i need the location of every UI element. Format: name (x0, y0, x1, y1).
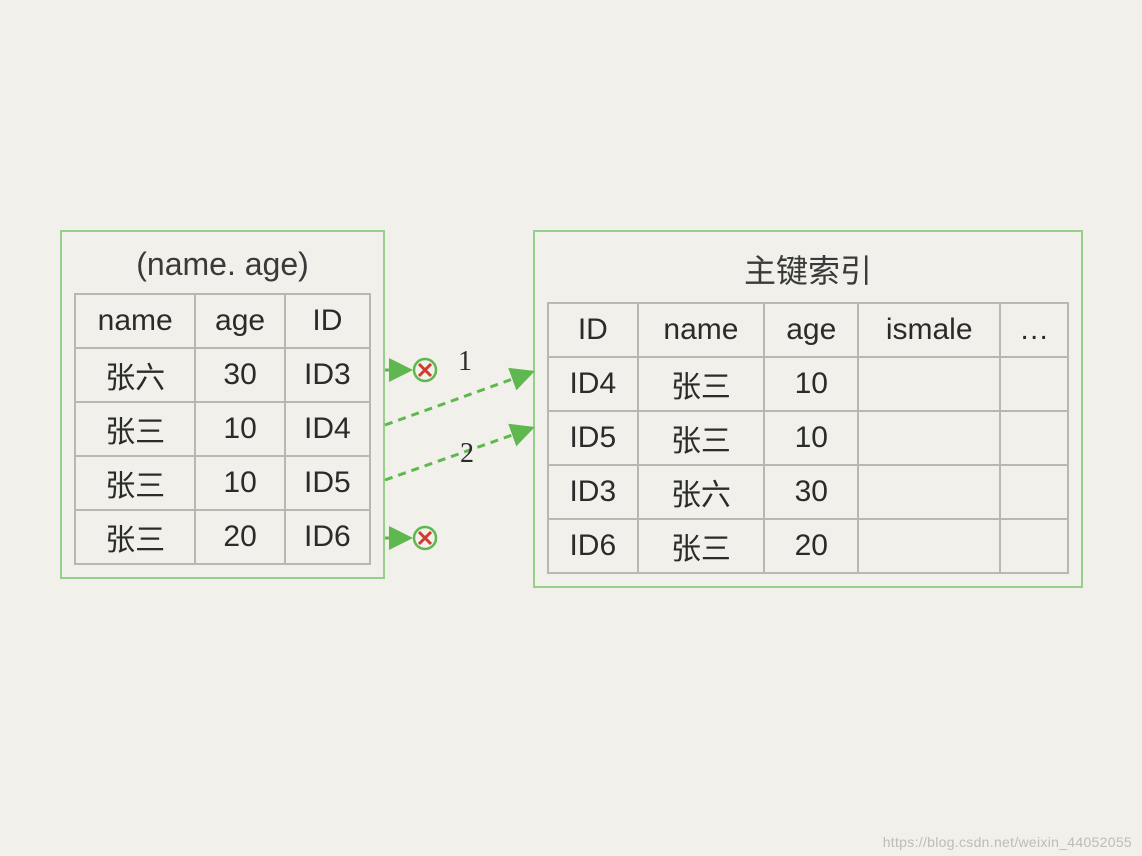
table-header-row: name age ID (75, 294, 370, 348)
cell: 张三 (75, 456, 195, 510)
primary-index-table: ID name age ismale … ID4 张三 10 ID5 张三 10 (547, 302, 1069, 574)
cell: ID6 (548, 519, 638, 573)
col-name: name (75, 294, 195, 348)
lookup-arrow-1 (385, 372, 532, 425)
col-id: ID (285, 294, 370, 348)
cell (858, 519, 1000, 573)
cell (858, 411, 1000, 465)
cell: 张三 (638, 411, 765, 465)
cell: 30 (195, 348, 284, 402)
cell: 10 (195, 456, 284, 510)
col-age: age (764, 303, 858, 357)
cell: 20 (195, 510, 284, 564)
cell (1000, 411, 1068, 465)
cell: 张三 (638, 519, 765, 573)
cell (1000, 465, 1068, 519)
cell: 10 (195, 402, 284, 456)
cell (858, 357, 1000, 411)
cell: 30 (764, 465, 858, 519)
cell (858, 465, 1000, 519)
cross-icon (414, 359, 436, 381)
cell: 10 (764, 357, 858, 411)
table-row: ID5 张三 10 (548, 411, 1068, 465)
arrow-label-2: 2 (460, 438, 474, 470)
primary-index-panel: 主键索引 ID name age ismale … ID4 张三 10 ID5 … (533, 230, 1083, 588)
table-row: ID4 张三 10 (548, 357, 1068, 411)
cell: 张六 (638, 465, 765, 519)
cell: ID5 (548, 411, 638, 465)
cell: 20 (764, 519, 858, 573)
table-row: 张三 10 ID5 (75, 456, 370, 510)
col-name: name (638, 303, 765, 357)
col-more: … (1000, 303, 1068, 357)
cell: 10 (764, 411, 858, 465)
cell: 张三 (75, 402, 195, 456)
cell: 张三 (75, 510, 195, 564)
cell: ID5 (285, 456, 370, 510)
col-age: age (195, 294, 284, 348)
watermark-text: https://blog.csdn.net/weixin_44052055 (883, 834, 1132, 850)
cell (1000, 519, 1068, 573)
cell: ID3 (285, 348, 370, 402)
table-row: ID3 张六 30 (548, 465, 1068, 519)
cell: ID6 (285, 510, 370, 564)
cross-icon (414, 527, 436, 549)
cell: ID3 (548, 465, 638, 519)
cell (1000, 357, 1068, 411)
table-row: 张三 20 ID6 (75, 510, 370, 564)
cell: 张六 (75, 348, 195, 402)
table-row: ID6 张三 20 (548, 519, 1068, 573)
table-header-row: ID name age ismale … (548, 303, 1068, 357)
lookup-arrow-2 (385, 428, 532, 480)
arrow-label-1: 1 (458, 346, 472, 378)
secondary-index-panel: (name. age) name age ID 张六 30 ID3 张三 10 … (60, 230, 385, 579)
col-id: ID (548, 303, 638, 357)
primary-index-title: 主键索引 (547, 246, 1069, 292)
table-row: 张六 30 ID3 (75, 348, 370, 402)
col-ismale: ismale (858, 303, 1000, 357)
table-row: 张三 10 ID4 (75, 402, 370, 456)
cell: ID4 (548, 357, 638, 411)
secondary-index-table: name age ID 张六 30 ID3 张三 10 ID4 张三 10 ID… (74, 293, 371, 565)
cell: 张三 (638, 357, 765, 411)
cell: ID4 (285, 402, 370, 456)
secondary-index-title: (name. age) (74, 246, 371, 283)
